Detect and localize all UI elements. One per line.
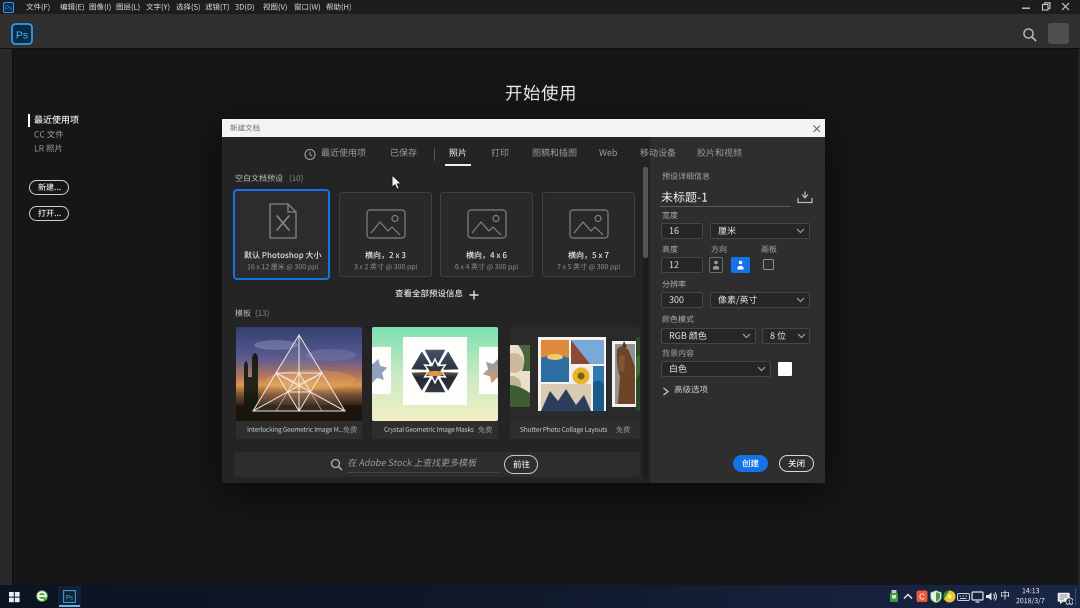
svg-text:1: 1	[1068, 599, 1072, 605]
svg-text:C: C	[919, 593, 925, 602]
svg-text:Ps: Ps	[16, 30, 28, 42]
svg-text:Ps: Ps	[66, 595, 73, 601]
svg-text:Ps: Ps	[5, 6, 12, 12]
